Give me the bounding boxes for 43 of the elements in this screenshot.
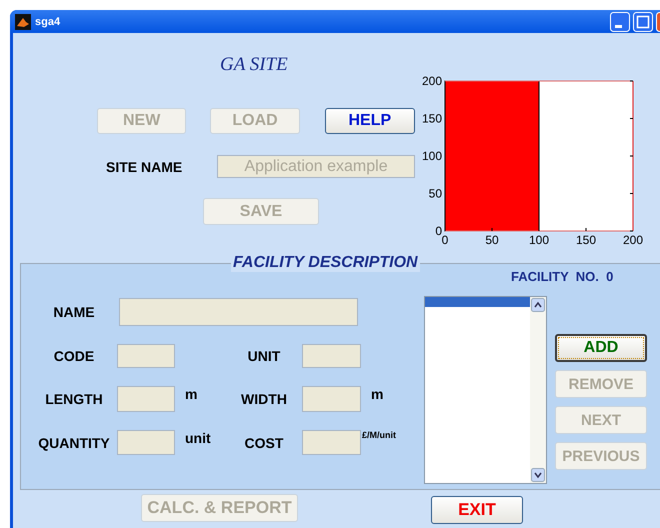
field-label: WIDTH: [240, 391, 288, 407]
input-field[interactable]: [302, 344, 361, 368]
input-field[interactable]: [117, 344, 175, 368]
input-field[interactable]: [302, 430, 361, 455]
input-field[interactable]: [302, 386, 361, 412]
field-label: COST: [244, 434, 284, 450]
facility-count: FACILITY NO. 0: [511, 269, 614, 285]
y-tick-label: 150: [422, 112, 442, 126]
x-tick-label: 50: [485, 233, 499, 247]
unit-label: £/M/unit: [361, 430, 397, 440]
scrollbar[interactable]: [530, 297, 546, 483]
x-tick-label: 0: [442, 233, 448, 247]
y-tick-label: 100: [422, 149, 442, 163]
field-label: NAME: [52, 304, 96, 320]
field-label: CODE: [52, 348, 96, 364]
maximize-button[interactable]: [633, 12, 653, 32]
y-tick-label: 200: [422, 74, 442, 88]
name-field[interactable]: [119, 298, 358, 326]
scroll-up-icon[interactable]: [531, 298, 545, 312]
site-name-label: SITE NAME: [106, 158, 184, 174]
unit-label: unit: [184, 430, 212, 446]
x-tick-label: 150: [576, 233, 596, 247]
facility-list[interactable]: [424, 296, 547, 484]
bottom-button[interactable]: EXIT: [431, 496, 523, 524]
scroll-down-icon[interactable]: [531, 468, 545, 482]
panel-title: FACILITY DESCRIPTION: [231, 254, 420, 272]
minimize-button[interactable]: [610, 12, 630, 32]
x-tick-label: 100: [528, 233, 550, 247]
action-button[interactable]: ADD: [555, 334, 647, 362]
field-label: LENGTH: [44, 391, 104, 407]
site-heading: GA SITE: [220, 54, 289, 77]
x-tick-label: 200: [622, 233, 644, 247]
toolbar-button[interactable]: HELP: [324, 108, 415, 134]
unit-label: m: [184, 386, 198, 402]
input-field[interactable]: [117, 386, 175, 412]
unit-label: m: [370, 386, 384, 402]
app-icon: [15, 14, 31, 30]
y-tick-label: 50: [428, 186, 442, 200]
window-title: sga4: [35, 16, 60, 28]
field-label: UNIT: [246, 348, 282, 364]
field-label: QUANTITY: [37, 434, 111, 450]
y-tick-label: 0: [435, 224, 442, 238]
input-field[interactable]: [117, 430, 175, 455]
